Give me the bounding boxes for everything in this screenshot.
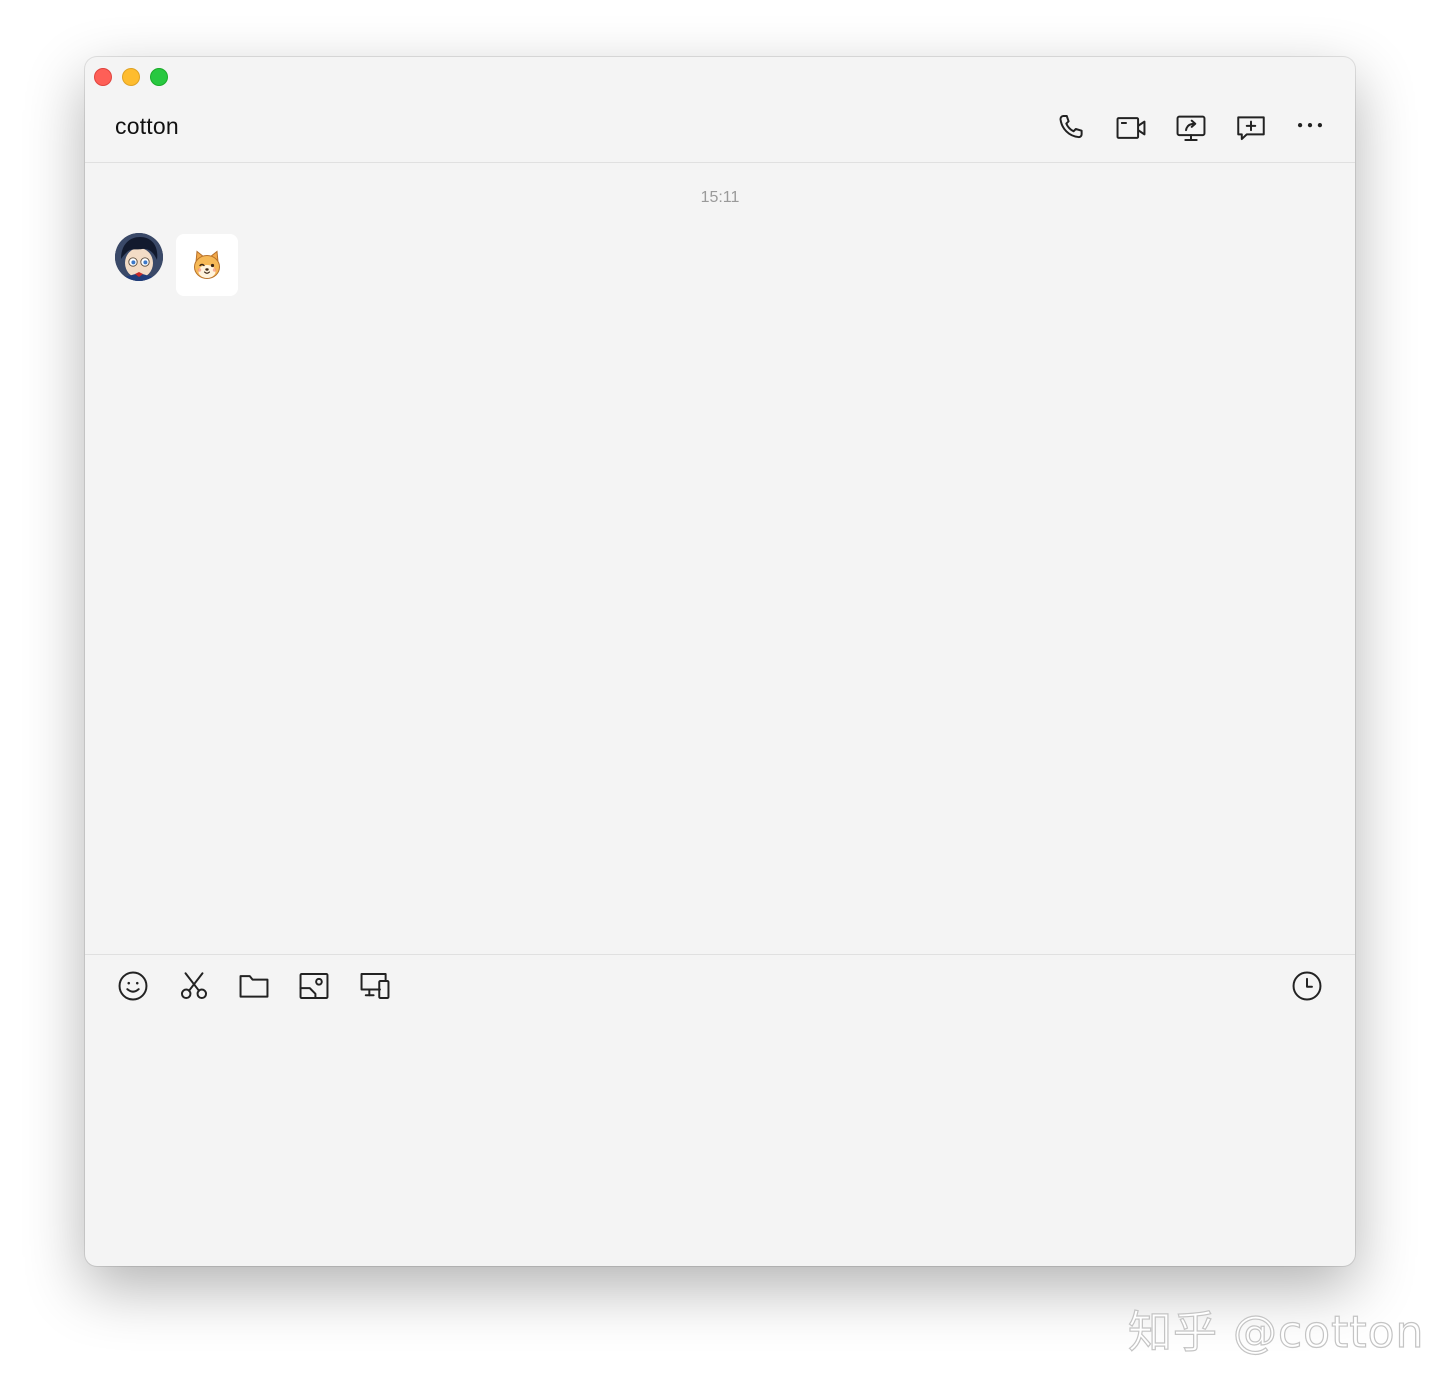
message-bubble[interactable] [176, 234, 238, 296]
folder-icon[interactable] [237, 969, 271, 1003]
chat-title: cotton [115, 113, 179, 139]
watermark-text: 知乎 @cotton [1127, 1306, 1425, 1358]
add-comment-icon[interactable] [1234, 111, 1268, 145]
phone-icon[interactable] [1054, 111, 1088, 145]
avatar[interactable] [115, 233, 163, 281]
more-icon[interactable] [1293, 111, 1327, 145]
chat-window: cotton 15:11 [85, 57, 1355, 1266]
video-camera-icon[interactable] [1114, 111, 1148, 145]
maximize-window-button[interactable] [150, 68, 168, 86]
composer-toolbar [85, 955, 1355, 1021]
image-screenshot-icon[interactable] [297, 969, 331, 1003]
minimize-window-button[interactable] [122, 68, 140, 86]
devices-icon[interactable] [358, 969, 392, 1003]
scissors-icon[interactable] [177, 969, 211, 1003]
window-controls [94, 68, 168, 86]
message-timestamp: 15:11 [700, 189, 740, 206]
dog-face-sticker [194, 250, 220, 279]
message-input[interactable] [85, 1021, 1355, 1266]
chat-header: cotton [85, 97, 1355, 163]
emoji-icon[interactable] [116, 969, 150, 1003]
message-list: 15:11 [85, 163, 1355, 954]
clock-icon[interactable] [1290, 969, 1324, 1003]
message-input-area[interactable] [85, 1021, 1355, 1266]
close-window-button[interactable] [94, 68, 112, 86]
screen-share-icon[interactable] [1174, 111, 1208, 145]
